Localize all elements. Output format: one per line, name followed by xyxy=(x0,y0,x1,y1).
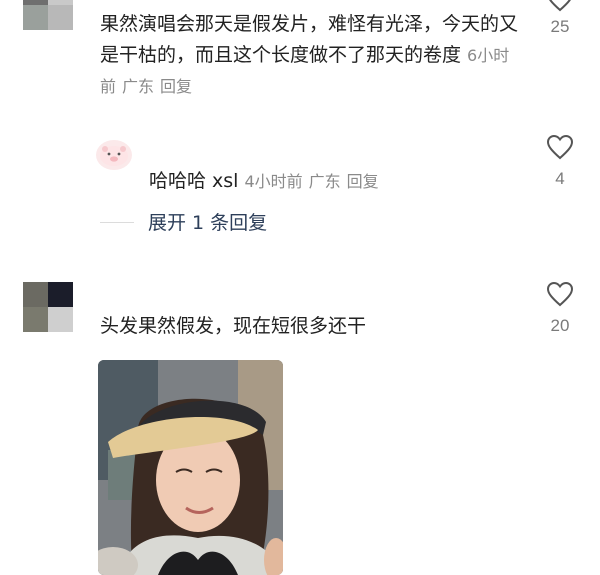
avatar[interactable] xyxy=(23,282,73,332)
comment-text: 果然演唱会那天是假发片，难怪有光泽，今天的又是干枯的，而且这个长度做不了那天的卷… xyxy=(100,9,530,102)
reply-button[interactable]: 回复 xyxy=(160,77,192,96)
avatar[interactable] xyxy=(23,0,73,30)
comment-body: 果然演唱会那天是假发片，难怪有光泽，今天的又是干枯的，而且这个长度做不了那天的卷… xyxy=(100,13,519,66)
heart-outline-icon[interactable] xyxy=(546,134,574,160)
timestamp: 4小时前 xyxy=(244,172,303,191)
pig-face-icon xyxy=(100,146,128,166)
avatar[interactable] xyxy=(96,140,132,170)
comment-body: 头发果然假发，现在短很多还干 xyxy=(100,315,367,337)
photo-illustration xyxy=(98,360,283,575)
like-count: 4 xyxy=(555,169,565,188)
heart-outline-icon[interactable] xyxy=(546,0,574,12)
reply-meta: 4小时前 广东 回复 xyxy=(244,172,378,191)
comment-text: 头发果然假发，现在短很多还干 xyxy=(100,311,530,342)
like-count: 25 xyxy=(550,17,570,36)
reply-button[interactable]: 回复 xyxy=(347,172,379,191)
expand-divider xyxy=(100,222,134,223)
reply-line: 哈哈哈 xsl 4小时前 广东 回复 xyxy=(149,168,379,195)
heart-outline-icon[interactable] xyxy=(546,281,574,307)
comment-image[interactable] xyxy=(98,360,283,575)
like-count: 20 xyxy=(550,316,570,335)
location: 广东 xyxy=(122,77,155,96)
expand-replies-button[interactable]: 展开 1 条回复 xyxy=(148,210,267,236)
username[interactable]: 哈哈哈 xsl xyxy=(149,170,238,192)
location: 广东 xyxy=(308,172,341,191)
